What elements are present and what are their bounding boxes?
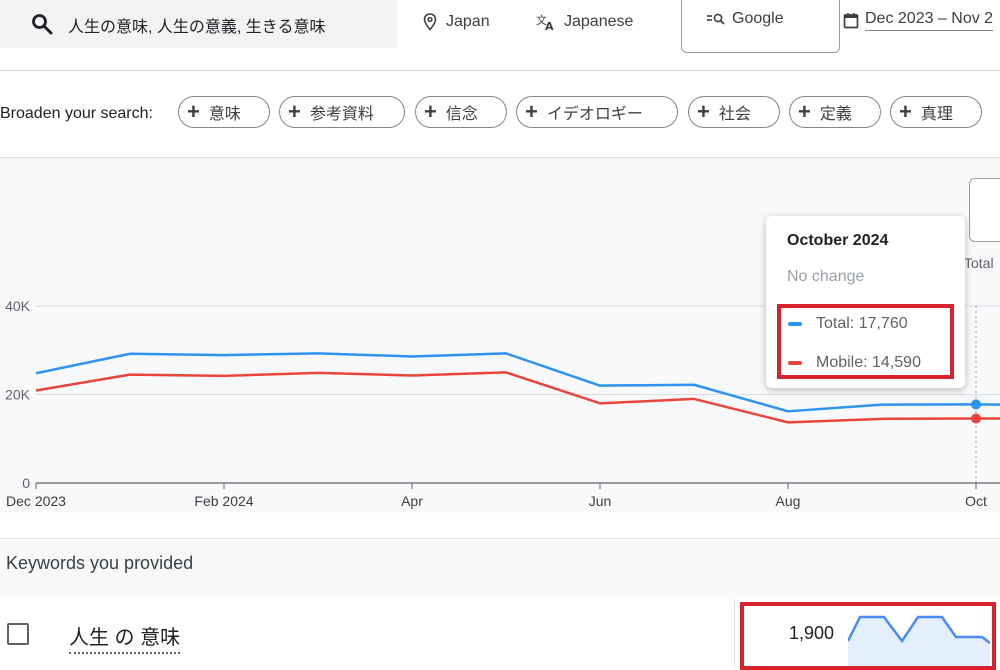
date-range-label: Dec 2023 – Nov 2 xyxy=(865,10,994,31)
chip-label: 定義 xyxy=(819,106,852,123)
x-tick-label: Feb 2024 xyxy=(194,493,253,509)
mobile-legend-swatch xyxy=(788,361,802,365)
highlight-point-total xyxy=(971,399,981,410)
calendar-icon xyxy=(843,13,859,29)
chip-label: 参考資料 xyxy=(309,106,374,123)
chip-sankoushiryou[interactable]: + 参考資料 xyxy=(279,96,405,128)
svg-text:A: A xyxy=(545,20,554,31)
plus-icon: + xyxy=(798,99,811,124)
x-tick-label: Dec 2023 xyxy=(6,493,66,509)
tooltip-total-value: Total: 17,760 xyxy=(816,315,908,332)
location-pin-icon xyxy=(423,13,437,31)
segment-total-label: Total xyxy=(964,255,994,271)
highlight-point-mobile xyxy=(971,413,981,424)
segment-toggle-button[interactable] xyxy=(969,178,1000,242)
sparkline-highlight-box xyxy=(740,602,996,670)
chip-imi[interactable]: + 意味 xyxy=(178,96,270,128)
search-box[interactable]: 人生の意味, 人生の意義, 生きる意味 xyxy=(0,0,397,48)
broaden-label: Broaden your search: xyxy=(0,105,153,122)
plus-icon: + xyxy=(525,99,538,124)
x-tick-label: Jun xyxy=(589,493,612,509)
plus-icon: + xyxy=(288,99,301,124)
y-tick-label: 0 xyxy=(22,475,30,491)
chip-label: 真理 xyxy=(920,106,953,123)
search-engine-button[interactable]: Google xyxy=(681,0,840,53)
tooltip-row-mobile: Mobile: 14,590 xyxy=(788,354,921,372)
broaden-search-row: Broaden your search: + 意味 + 参考資料 + 信念 + イデオロ… xyxy=(0,71,1000,158)
y-tick-label: 40K xyxy=(5,298,31,314)
tooltip-mobile-value: Mobile: 14,590 xyxy=(816,354,921,371)
tooltip-subtitle: No change xyxy=(787,268,865,285)
date-range-filter[interactable]: Dec 2023 – Nov 2 xyxy=(843,10,994,31)
chip-label: 信念 xyxy=(445,106,478,123)
plus-icon: + xyxy=(187,99,200,124)
chip-ideology[interactable]: + イデオロギー xyxy=(516,96,678,128)
chip-label: イデオロギー xyxy=(546,106,643,123)
chip-shinri[interactable]: + 真理 xyxy=(890,96,982,128)
y-tick-label: 20K xyxy=(5,387,31,403)
search-icon xyxy=(30,12,54,36)
filter-bar: 人生の意味, 人生の意義, 生きる意味 Japan 文A Japanese Go… xyxy=(0,0,1000,71)
table-row[interactable]: 人生 の 意味 1,900 xyxy=(0,599,1000,670)
x-tick-label: Apr xyxy=(401,493,423,509)
chip-label: 社会 xyxy=(718,106,751,123)
keywords-header-title: Keywords you provided xyxy=(6,553,194,573)
chip-teigi[interactable]: + 定義 xyxy=(789,96,881,128)
column-divider xyxy=(734,599,735,667)
language-label: Japanese xyxy=(564,13,634,30)
search-query[interactable]: 人生の意味, 人生の意義, 生きる意味 xyxy=(68,13,325,37)
language-filter[interactable]: 文A Japanese xyxy=(536,10,633,34)
tooltip-title: October 2024 xyxy=(787,232,889,249)
location-filter[interactable]: Japan xyxy=(422,10,490,34)
search-list-icon xyxy=(707,13,725,25)
location-label: Japan xyxy=(446,13,490,30)
plus-icon: + xyxy=(697,99,710,124)
tooltip-row-total: Total: 17,760 xyxy=(788,315,908,333)
chart-tooltip: October 2024 No change Total: 17,760 Mob… xyxy=(766,216,965,388)
keywords-section-header: Keywords you provided xyxy=(0,538,1000,600)
keyword-text[interactable]: 人生 の 意味 xyxy=(69,621,181,654)
total-legend-swatch xyxy=(788,322,802,326)
row-checkbox[interactable] xyxy=(7,623,29,645)
search-engine-label: Google xyxy=(732,10,784,27)
chip-label: 意味 xyxy=(208,106,241,123)
chip-shakai[interactable]: + 社会 xyxy=(688,96,780,128)
plus-icon: + xyxy=(424,99,437,124)
chip-shinnen[interactable]: + 信念 xyxy=(415,96,507,128)
x-tick-label: Aug xyxy=(776,493,801,509)
x-tick-label: Oct xyxy=(965,493,987,509)
plus-icon: + xyxy=(899,99,912,124)
translate-icon: 文A xyxy=(536,13,554,31)
